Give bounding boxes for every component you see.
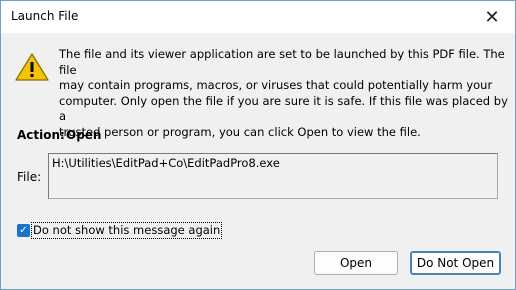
action-value: Open <box>66 128 102 142</box>
close-icon: ✕ <box>484 6 500 28</box>
open-button[interactable]: Open <box>314 251 398 275</box>
check-icon: ✓ <box>19 225 28 236</box>
dont-show-again-checkbox[interactable]: ✓ <box>17 224 30 237</box>
dont-show-again-label[interactable]: Do not show this message again <box>30 222 223 239</box>
warning-icon <box>15 53 49 81</box>
open-button-label: Open <box>339 256 373 270</box>
file-path-text: H:\Utilities\EditPad+Co\EditPadPro8.exe <box>52 156 280 170</box>
do-not-open-button-label: Do Not Open <box>416 256 495 270</box>
action-label: Action: <box>17 128 65 142</box>
title-bar: Launch File ✕ <box>1 1 515 33</box>
launch-file-dialog: Launch File ✕ The file and its viewer ap… <box>0 0 516 290</box>
close-button[interactable]: ✕ <box>469 1 515 33</box>
file-label: File: <box>17 170 42 184</box>
warning-message: The file and its viewer application are … <box>59 47 508 139</box>
do-not-open-button[interactable]: Do Not Open <box>410 251 501 275</box>
window-title: Launch File <box>11 9 79 23</box>
file-path-field[interactable]: H:\Utilities\EditPad+Co\EditPadPro8.exe <box>48 153 498 199</box>
